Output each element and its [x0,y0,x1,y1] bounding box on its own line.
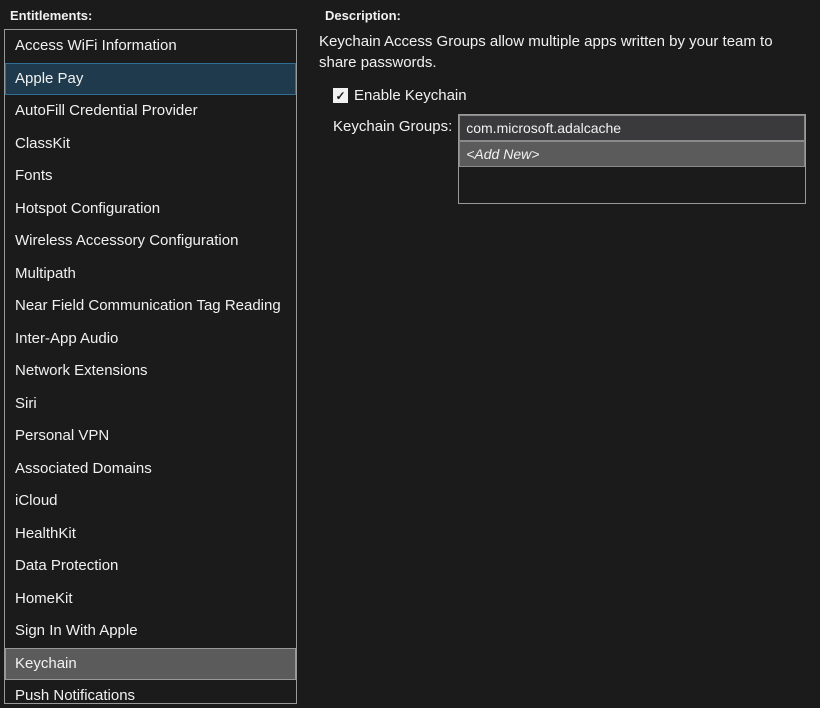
description-panel: Description: Keychain Access Groups allo… [297,8,816,704]
entitlement-item[interactable]: Push Notifications [5,680,296,704]
entitlements-listbox[interactable]: Access WiFi InformationApple PayAutoFill… [4,29,297,704]
entitlement-item[interactable]: ClassKit [5,128,296,161]
entitlement-item[interactable]: Sign In With Apple [5,615,296,648]
keychain-groups-row: Keychain Groups: com.microsoft.adalcache… [319,114,816,204]
enable-keychain-checkbox[interactable]: ✓ [333,88,348,103]
entitlement-item[interactable]: Siri [5,388,296,421]
entitlement-item[interactable]: Multipath [5,258,296,291]
entitlement-item[interactable]: Associated Domains [5,453,296,486]
entitlement-item[interactable]: Apple Pay [5,63,296,96]
enable-keychain-row[interactable]: ✓ Enable Keychain [319,87,816,114]
entitlement-item[interactable]: Inter-App Audio [5,323,296,356]
entitlements-panel: Entitlements: Access WiFi InformationApp… [4,8,297,704]
entitlement-item[interactable]: Data Protection [5,550,296,583]
entitlement-item[interactable]: AutoFill Credential Provider [5,95,296,128]
entitlement-item[interactable]: Keychain [5,648,296,681]
entitlement-item[interactable]: Access WiFi Information [5,30,296,63]
entitlement-item[interactable]: HealthKit [5,518,296,551]
description-title: Description: [319,8,816,29]
enable-keychain-label: Enable Keychain [354,87,467,104]
entitlements-title: Entitlements: [4,8,297,29]
entitlement-item[interactable]: Fonts [5,160,296,193]
description-text: Keychain Access Groups allow multiple ap… [319,29,816,87]
keychain-group-add-new[interactable]: <Add New> [459,141,805,167]
entitlement-item[interactable]: iCloud [5,485,296,518]
entitlement-item[interactable]: Hotspot Configuration [5,193,296,226]
entitlement-item[interactable]: Near Field Communication Tag Reading [5,290,296,323]
entitlement-item[interactable]: Personal VPN [5,420,296,453]
entitlement-item[interactable]: Wireless Accessory Configuration [5,225,296,258]
keychain-groups-label: Keychain Groups: [333,114,458,135]
entitlement-item[interactable]: Network Extensions [5,355,296,388]
keychain-group-row[interactable]: com.microsoft.adalcache [459,115,805,141]
entitlement-item[interactable]: HomeKit [5,583,296,616]
keychain-groups-table[interactable]: com.microsoft.adalcache<Add New> [458,114,806,204]
